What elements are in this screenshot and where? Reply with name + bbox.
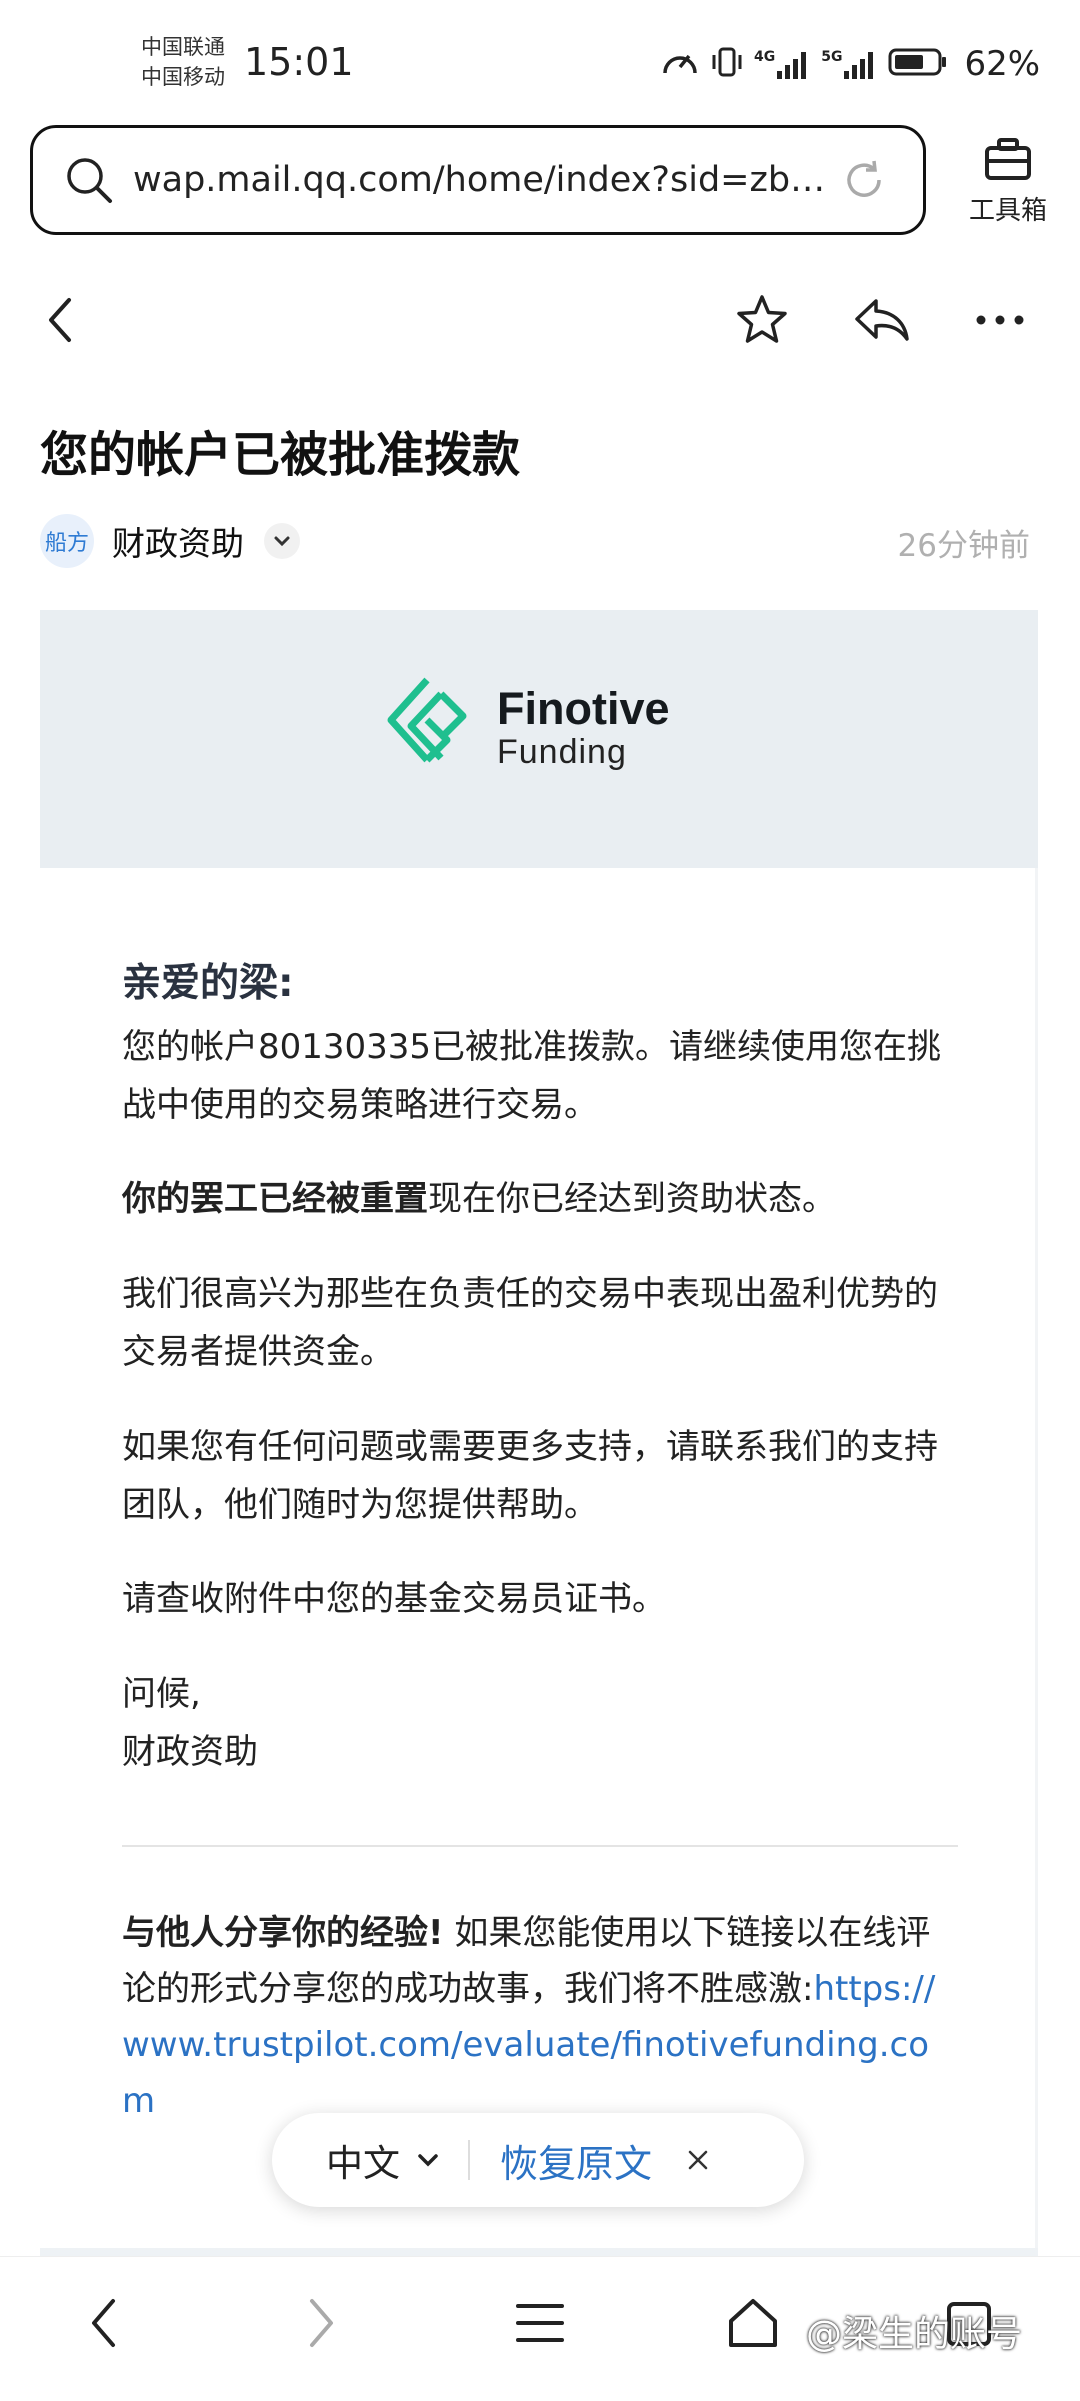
close-icon[interactable] — [686, 2148, 710, 2172]
finotive-logo-mark — [387, 677, 467, 763]
sender-name: 财政资助 — [112, 524, 244, 563]
carrier-names: 中国联通 中国移动 — [141, 32, 225, 92]
back-button[interactable] — [36, 290, 84, 350]
address-bar[interactable]: wap.mail.qq.com/home/index?sid=zb11... — [30, 125, 926, 235]
signal-5g-icon: 5G — [821, 49, 878, 79]
paragraph-funding: 我们很高兴为那些在负责任的交易中表现出盈利优势的交易者提供资金。 — [122, 1274, 938, 1372]
pill-separator — [468, 2140, 470, 2180]
paragraph-approval: 您的帐户80130335已被批准拨款。请继续使用您在挑战中使用的交易策略进行交易… — [122, 1027, 942, 1125]
home-icon[interactable] — [725, 2295, 781, 2355]
url-text[interactable]: wap.mail.qq.com/home/index?sid=zb11... — [133, 160, 833, 200]
share-bold: 与他人分享你的经验! — [122, 1913, 444, 1953]
paragraph-support: 如果您有任何问题或需要更多支持，请联系我们的支持团队，他们随时为您提供帮助。 — [122, 1427, 938, 1525]
email-time: 26分钟前 — [897, 528, 1030, 564]
finotive-logo: Finotive Funding — [385, 676, 670, 780]
more-button[interactable] — [970, 290, 1030, 350]
reply-icon — [855, 299, 909, 341]
signal-4g-icon: 4G — [754, 49, 811, 79]
nav-back-icon[interactable] — [86, 2295, 120, 2355]
watermark: @梁生的账号 — [806, 2314, 1023, 2355]
carrier-1: 中国联通 — [141, 35, 225, 59]
reply-button[interactable] — [850, 290, 914, 350]
signature-block: 问候, 财政资助 — [122, 1665, 962, 1781]
vibrate-icon — [710, 45, 744, 83]
greeting: 亲爱的梁: — [122, 961, 294, 1006]
chevron-down-icon — [274, 536, 290, 547]
sender-row[interactable]: 船方 财政资助 — [40, 510, 300, 572]
translate-bar: 中文 恢复原文 — [272, 2113, 804, 2207]
status-clock: 15:01 — [244, 40, 354, 84]
reset-bold: 你的罢工已经被重置 — [122, 1179, 428, 1219]
status-icons: 4G 5G 62% — [660, 44, 1040, 84]
sender-expand-button[interactable] — [264, 523, 300, 559]
signature: 财政资助 — [122, 1732, 258, 1772]
reload-icon[interactable] — [841, 157, 887, 203]
toolbox-label: 工具箱 — [968, 196, 1047, 226]
paragraph-certificate: 请查收附件中您的基金交易员证书。 — [122, 1579, 666, 1619]
chevron-left-icon — [49, 298, 71, 342]
nav-forward-icon[interactable] — [305, 2295, 339, 2355]
paragraph-share: 与他人分享你的经验! 如果您能使用以下链接以在线评论的形式分享您的成功故事，我们… — [122, 1905, 962, 2129]
toolbox-icon — [958, 136, 1058, 186]
carrier-2: 中国移动 — [141, 65, 225, 89]
email-subject: 您的帐户已被批准拨款 — [40, 427, 521, 483]
menu-icon[interactable] — [515, 2301, 565, 2349]
star-icon — [737, 295, 787, 343]
paragraph-reset: 你的罢工已经被重置现在你已经达到资助状态。 — [122, 1170, 962, 1228]
logo-name: Finotive — [497, 683, 670, 734]
sender-avatar: 船方 — [40, 514, 94, 568]
content-bottom-edge — [40, 2248, 1038, 2256]
language-selector[interactable]: 中文 — [326, 2133, 400, 2187]
restore-original-button[interactable]: 恢复原文 — [500, 2133, 652, 2188]
toolbox-button[interactable]: 工具箱 — [958, 136, 1058, 227]
more-dots-icon — [976, 315, 1024, 325]
signoff: 问候, — [122, 1674, 201, 1714]
reset-rest: 现在你已经达到资助状态。 — [428, 1179, 836, 1219]
chevron-down-icon[interactable] — [416, 2152, 440, 2168]
battery-icon — [888, 47, 948, 81]
battery-percent: 62% — [964, 44, 1041, 84]
speedometer-icon — [660, 45, 700, 83]
divider — [122, 1845, 958, 1847]
star-button[interactable] — [732, 290, 792, 350]
search-icon — [63, 154, 115, 206]
logo-sub: Funding — [497, 733, 627, 771]
